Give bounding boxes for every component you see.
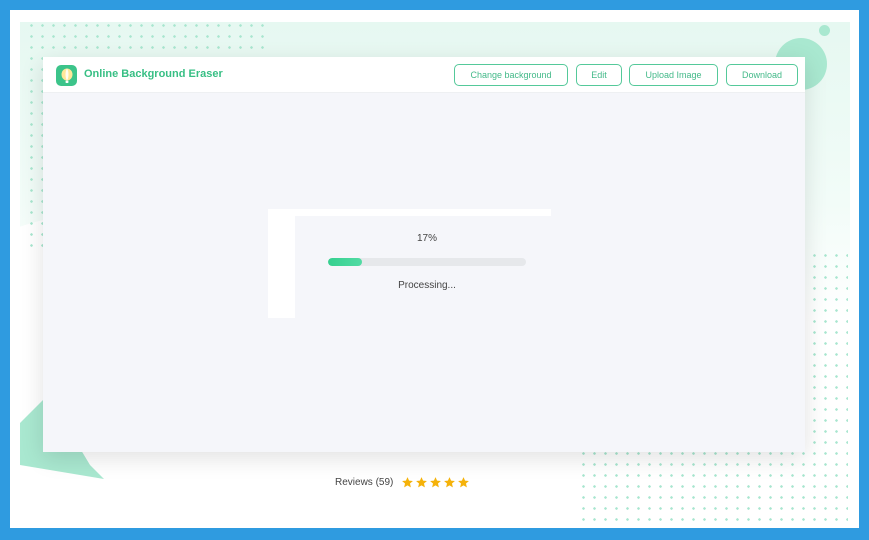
decor-circle-small [819,25,830,36]
change-background-button[interactable]: Change background [454,64,568,86]
progress-bar-fill [328,258,362,266]
rating-stars [401,476,471,489]
star-icon [430,477,442,488]
balloon-logo-icon[interactable] [56,65,77,86]
star-icon [416,477,428,488]
edit-button[interactable]: Edit [576,64,622,86]
image-placeholder-left [268,209,295,318]
star-icon [458,477,470,488]
processing-status: Processing... [398,280,456,291]
star-icon [402,477,414,488]
reviews-label[interactable]: Reviews (59) [335,477,393,488]
upload-image-button[interactable]: Upload Image [629,64,718,86]
brand-name[interactable]: Online Background Eraser [84,68,223,80]
page-canvas: Online Background Eraser Change backgrou… [10,10,859,528]
progress-bar [328,258,526,266]
download-button[interactable]: Download [726,64,798,86]
image-placeholder-top [295,209,551,216]
progress-percent: 17% [416,233,437,244]
reviews-summary: Reviews (59) [335,476,471,489]
app-window: Online Background Eraser Change backgrou… [43,57,805,452]
top-bar: Online Background Eraser Change backgrou… [43,57,805,93]
star-icon [444,477,456,488]
